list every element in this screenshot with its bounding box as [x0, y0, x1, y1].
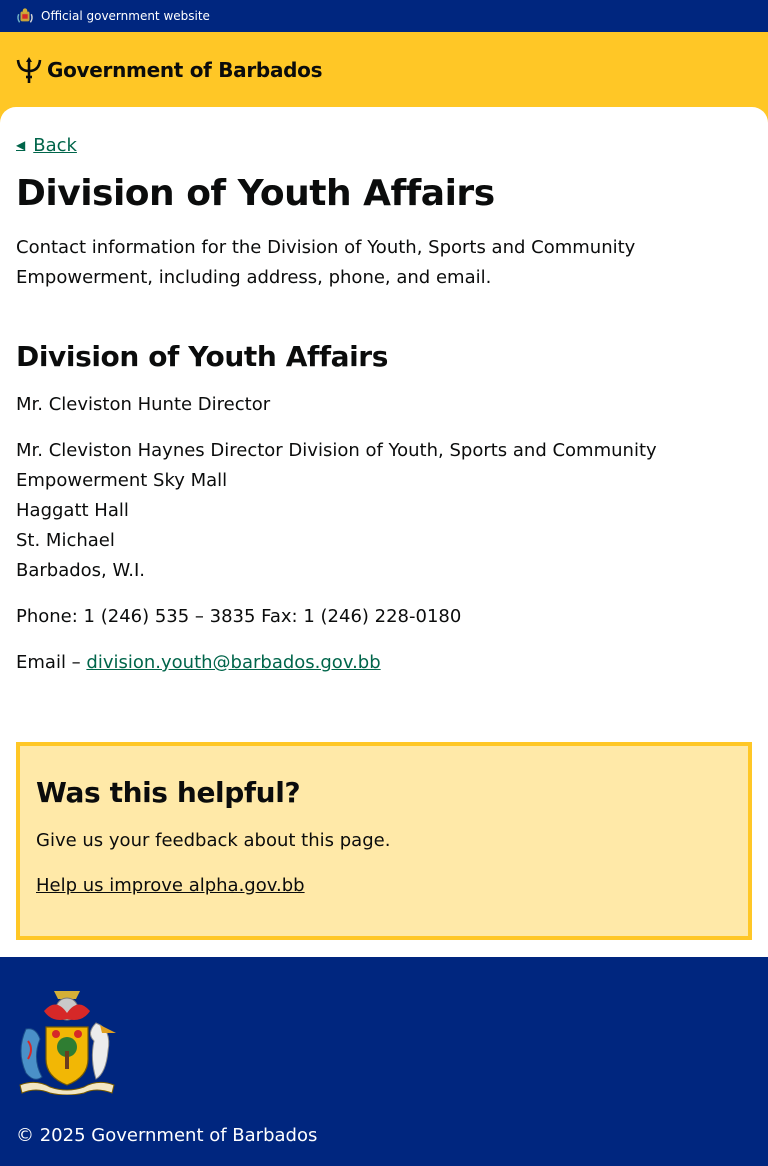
coat-of-arms-icon [19, 991, 116, 1096]
feedback-heading: Was this helpful? [36, 776, 301, 809]
address-line: Mr. Cleviston Haynes Director Division o… [16, 440, 657, 491]
feedback-panel: Was this helpful? Give us your feedback … [16, 742, 752, 940]
back-arrow-icon: ◀ [16, 138, 26, 152]
official-website-label: Official government website [41, 9, 210, 23]
page-lede: Contact information for the Division of … [16, 237, 636, 288]
page-title: Division of Youth Affairs [16, 173, 495, 214]
address-line: Haggatt Hall [16, 500, 129, 521]
coat-of-arms-icon [17, 8, 33, 23]
address-line: Barbados, W.I. [16, 560, 145, 581]
footer-copyright: © 2025 Government of Barbados [16, 1125, 318, 1146]
trident-icon [16, 56, 42, 83]
feedback-link[interactable]: Help us improve alpha.gov.bb [36, 871, 305, 901]
feedback-text: Give us your feedback about this page. [36, 830, 391, 851]
site-footer: © 2025 Government of Barbados [0, 957, 768, 1166]
back-label: Back [33, 134, 77, 156]
email-line: Email – division.youth@barbados.gov.bb [16, 648, 752, 678]
director-line: Mr. Cleviston Hunte Director [16, 394, 271, 415]
site-header: Government of Barbados [0, 32, 768, 107]
address-line: St. Michael [16, 530, 115, 551]
main-content: ◀ Back Division of Youth Affairs Contact… [0, 107, 768, 957]
official-banner: Official government website [0, 0, 768, 32]
back-link[interactable]: ◀ Back [16, 133, 77, 157]
email-prefix: Email – [16, 652, 87, 673]
phone-fax-line: Phone: 1 (246) 535 – 3835 Fax: 1 (246) 2… [16, 606, 462, 627]
address-block: Mr. Cleviston Haynes Director Division o… [16, 436, 752, 586]
site-title[interactable]: Government of Barbados [47, 58, 323, 82]
email-link[interactable]: division.youth@barbados.gov.bb [86, 652, 380, 673]
contact-heading: Division of Youth Affairs [16, 340, 388, 373]
